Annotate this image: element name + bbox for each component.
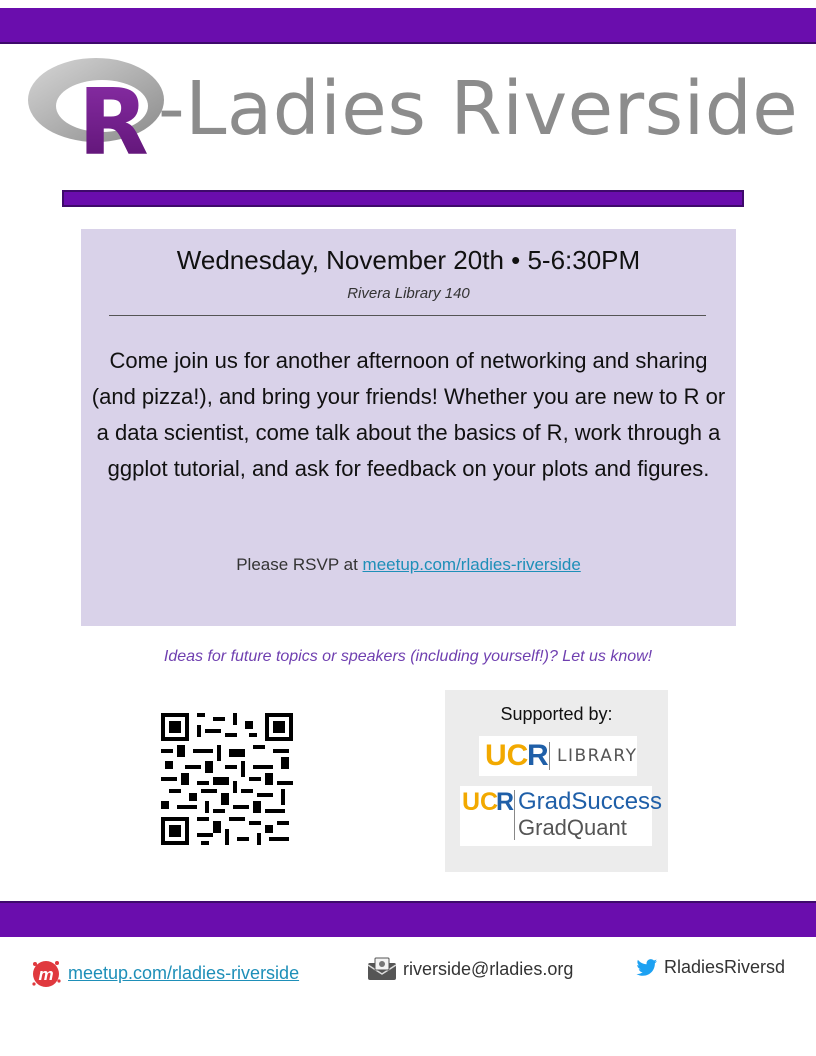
ucr-grad-uc: UC — [462, 788, 499, 816]
ideas-callout: Ideas for future topics or speakers (inc… — [163, 648, 653, 665]
ucr-grad-r: R — [496, 788, 515, 816]
divider — [109, 315, 706, 316]
footer-meetup: m meetup.com/rladies-riverside — [30, 957, 299, 989]
logo-divider — [514, 790, 515, 840]
sponsors-box: Supported by: UC R LIBRARY UC R GradSucc… — [445, 690, 668, 872]
footer-email-text: riverside@rladies.org — [403, 958, 574, 979]
event-info-box: Wednesday, November 20th • 5-6:30PM Rive… — [81, 229, 736, 626]
ucr-gradsuccess-logo: UC R GradSuccess GradQuant — [460, 786, 662, 846]
footer-meetup-link[interactable]: meetup.com/rladies-riverside — [68, 963, 299, 984]
rsvp-prefix: Please RSVP at — [236, 555, 363, 574]
logo-divider — [549, 742, 550, 770]
footer-twitter: RladiesRiversd — [636, 957, 785, 978]
email-icon — [367, 957, 397, 980]
event-location: Rivera Library 140 — [347, 285, 470, 302]
event-description: Come join us for another afternoon of ne… — [91, 348, 726, 481]
bottom-purple-band — [0, 901, 816, 937]
ucr-library-r: R — [527, 739, 549, 772]
logo-letter: R — [78, 69, 149, 170]
footer-email: riverside@rladies.org — [367, 957, 573, 981]
svg-text:m: m — [38, 965, 53, 984]
header-rule-bar — [62, 190, 744, 207]
event-date-time: Wednesday, November 20th • 5-6:30PM — [176, 245, 641, 275]
ucr-library-name: LIBRARY — [557, 746, 638, 766]
ucr-library-uc: UC — [485, 739, 529, 772]
page-title: -Ladies Riverside — [158, 66, 799, 152]
footer-twitter-handle[interactable]: RladiesRiversd — [664, 957, 785, 978]
rsvp-link[interactable]: meetup.com/rladies-riverside — [363, 555, 581, 574]
qr-code — [161, 713, 293, 845]
rsvp-line: Please RSVP at meetup.com/rladies-rivers… — [81, 555, 736, 575]
ucr-library-logo: UC R LIBRARY — [479, 736, 637, 776]
gradquant-text: GradQuant — [518, 815, 627, 840]
twitter-bird-icon — [636, 958, 658, 976]
gradsuccess-text: GradSuccess — [518, 788, 663, 815]
top-purple-band — [0, 8, 816, 44]
meetup-icon: m — [32, 961, 61, 987]
sponsors-label: Supported by: — [500, 704, 613, 724]
